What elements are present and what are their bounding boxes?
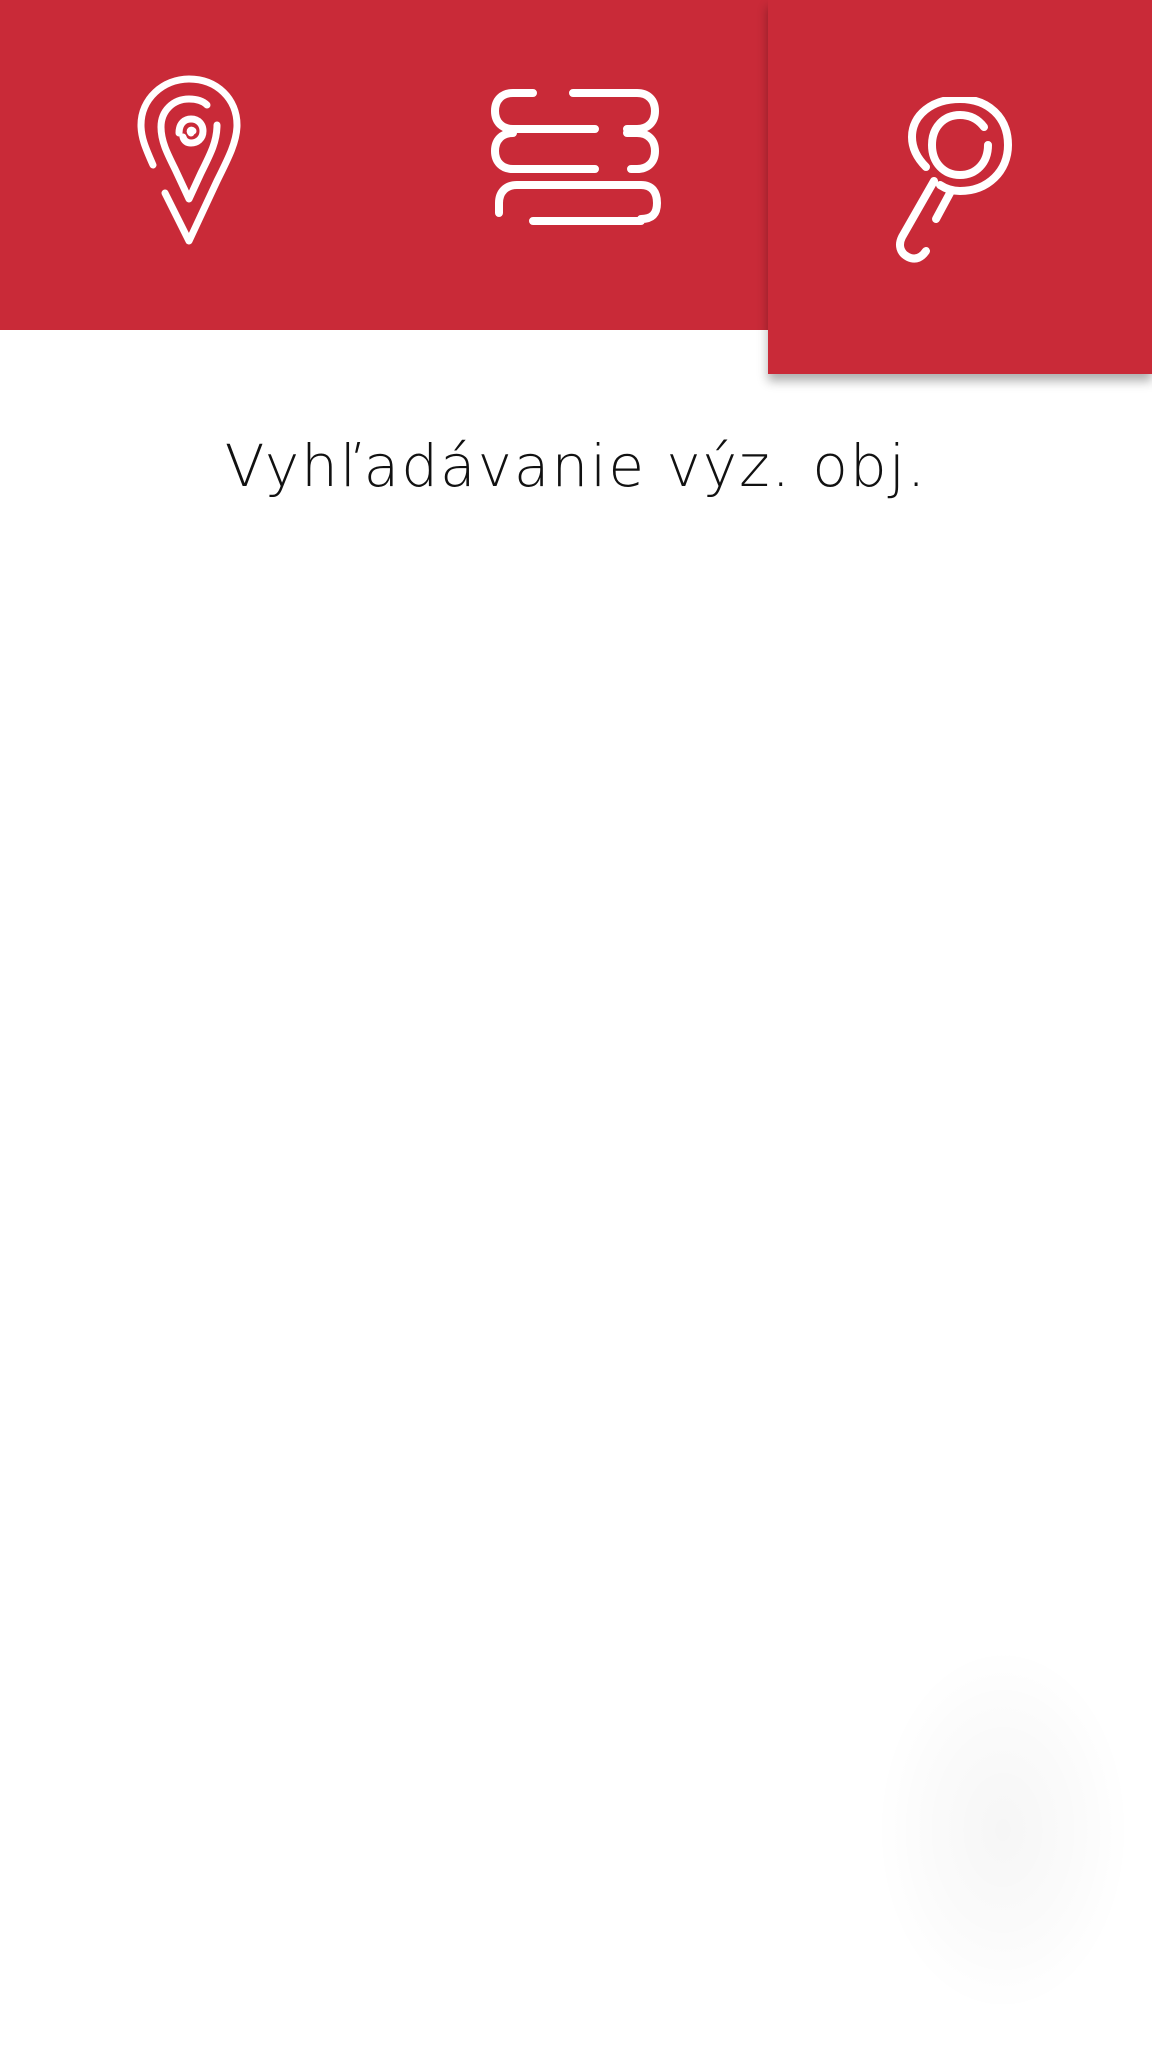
tab-map[interactable] <box>0 0 384 330</box>
floating-button-shadow <box>878 1650 1128 2010</box>
page-title: Vyhľadávanie výz. obj. <box>224 432 928 500</box>
tab-search[interactable] <box>768 0 1152 374</box>
search-icon <box>890 97 1030 277</box>
app-screen: Vyhľadávanie výz. obj. <box>0 0 1152 2048</box>
location-pin-icon <box>137 75 247 255</box>
list-icon <box>491 85 661 245</box>
tab-list[interactable] <box>384 0 768 330</box>
